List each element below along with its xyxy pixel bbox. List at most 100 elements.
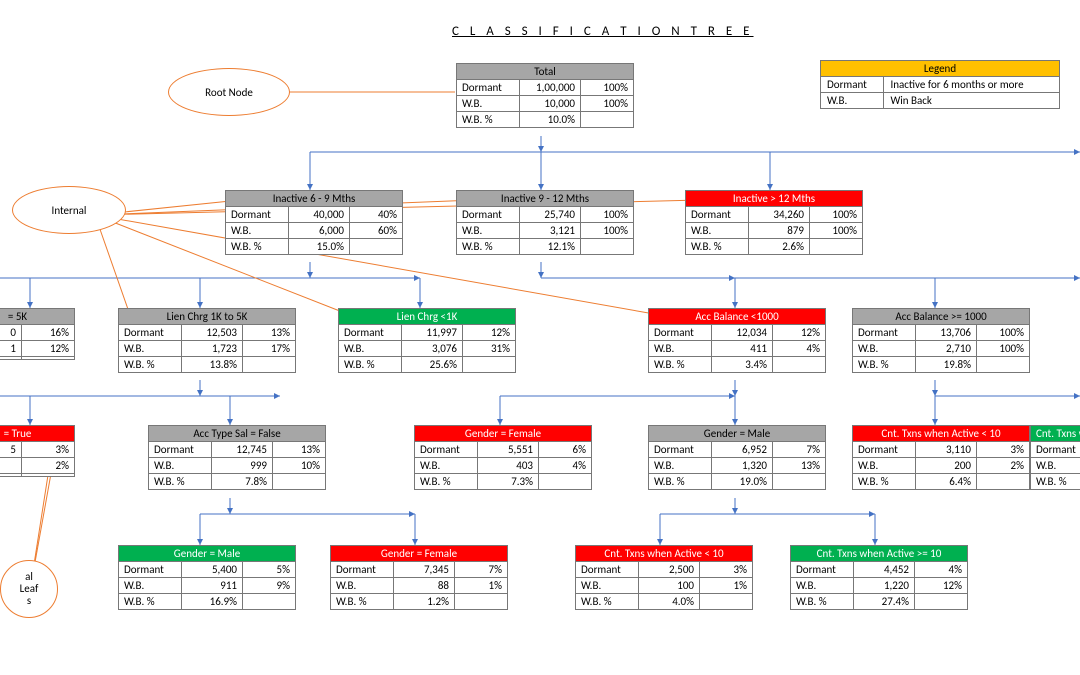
node-title: Cnt. Txns when Active < 10 (853, 426, 1030, 442)
node-title: Cnt. Txns w (1031, 426, 1080, 442)
val: 12% (463, 325, 516, 341)
val: 1 (0, 341, 22, 357)
lbl: Dormant (649, 442, 712, 458)
val: 12% (22, 341, 75, 357)
lbl: W.B. (576, 578, 639, 594)
val: 25,740 (520, 207, 581, 223)
val: 3% (977, 442, 1030, 458)
val: 5 (0, 442, 22, 458)
node-l4b: Gender = Female Dormant7,3457% W.B.881% … (330, 545, 508, 610)
lbl: Dormant (119, 562, 182, 578)
node-l3b: Gender = Female Dormant5,5516% W.B.4034%… (414, 425, 592, 490)
val: 12,034 (712, 325, 773, 341)
node-title: Inactive 9 - 12 Mths (457, 191, 634, 207)
page-title: C L A S S I F I C A T I O N T R E E (452, 24, 754, 39)
node-title: Inactive > 12 Mths (686, 191, 863, 207)
lbl: W.B. (119, 578, 182, 594)
node-title: Cnt. Txns when Active < 10 (576, 546, 753, 562)
node-l4d: Cnt. Txns when Active >= 10 Dormant4,452… (790, 545, 968, 610)
val: 13% (243, 325, 296, 341)
val: 200 (916, 458, 977, 474)
val: 15.0% (289, 239, 350, 255)
val: 911 (182, 578, 243, 594)
lbl: Dormant (339, 325, 402, 341)
val: 12% (773, 325, 826, 341)
lbl: W.B. % (119, 357, 182, 373)
node-title: Gender = Female (331, 546, 508, 562)
node-l4a: Gender = Male Dormant5,4005% W.B.9119% W… (118, 545, 296, 610)
val: 19.0% (712, 474, 773, 490)
val: 3,076 (402, 341, 463, 357)
callout-root: Root Node (168, 68, 290, 116)
node-title: Lien Chrg <1K (339, 309, 516, 325)
lbl: Dormant (576, 562, 639, 578)
val: 5,551 (478, 442, 539, 458)
callout-leaf: al Leaf s (0, 560, 58, 618)
val: 34,260 (749, 207, 810, 223)
legend-cell: Inactive for 6 months or more (884, 77, 1060, 93)
val: 1,00,000 (520, 80, 581, 96)
node-title: Cnt. Txns when Active >= 10 (791, 546, 968, 562)
node-title: Total (457, 64, 634, 80)
val: 6% (539, 442, 592, 458)
lbl: W.B. (149, 458, 212, 474)
val: 10% (273, 458, 326, 474)
lbl: W.B. % (415, 474, 478, 490)
node-title: Lien Chrg 1K to 5K (119, 309, 296, 325)
legend-cell: Win Back (884, 93, 1060, 109)
lbl: W.B. (1031, 458, 1080, 474)
node-l2d: Acc Balance >= 1000 Dormant13,706100% W.… (852, 308, 1030, 373)
node-title: = 5K (0, 309, 75, 325)
legend-cell: Dormant (821, 77, 884, 93)
lbl: Dormant (457, 207, 520, 223)
lbl: W.B. % (226, 239, 289, 255)
val: 3,121 (520, 223, 581, 239)
val: 3% (22, 442, 75, 458)
val: 4,452 (854, 562, 915, 578)
val: 2% (22, 458, 75, 474)
node-title: Acc Balance <1000 (649, 309, 826, 325)
val: 12% (915, 578, 968, 594)
node-l2c: Acc Balance <1000 Dormant12,03412% W.B.4… (648, 308, 826, 373)
lbl: W.B. (457, 96, 520, 112)
lbl: W.B. % (649, 357, 712, 373)
lbl: Dormant (415, 442, 478, 458)
val: 16.9% (182, 594, 243, 610)
lbl: W.B. (649, 458, 712, 474)
val: 100% (810, 207, 863, 223)
lbl: Dormant (686, 207, 749, 223)
lbl: W.B. (686, 223, 749, 239)
lbl: W.B. % (457, 239, 520, 255)
val: 1% (455, 578, 508, 594)
lbl: W.B. (853, 458, 916, 474)
val: 999 (212, 458, 273, 474)
lbl: Dormant (119, 325, 182, 341)
legend-title: Legend (821, 61, 1060, 77)
node-l1c: Inactive > 12 Mths Dormant34,260100% W.B… (685, 190, 863, 255)
val: 100% (581, 207, 634, 223)
lbl: W.B. (853, 341, 916, 357)
lbl: W.B. % (686, 239, 749, 255)
lbl: W.B. (791, 578, 854, 594)
val: 4% (773, 341, 826, 357)
val: 2,500 (639, 562, 700, 578)
val: 16% (22, 325, 75, 341)
val: 13% (273, 442, 326, 458)
val: 5% (243, 562, 296, 578)
val: 100% (810, 223, 863, 239)
val: 17% (243, 341, 296, 357)
lbl: W.B. (649, 341, 712, 357)
val: 4% (915, 562, 968, 578)
node-title: Inactive 6 - 9 Mths (226, 191, 403, 207)
val: 4% (539, 458, 592, 474)
lbl: Dormant (791, 562, 854, 578)
val: 40,000 (289, 207, 350, 223)
val: 6,000 (289, 223, 350, 239)
legend: Legend DormantInactive for 6 months or m… (820, 60, 1060, 109)
val: 100% (977, 341, 1030, 357)
val: 100% (581, 80, 634, 96)
lbl: W.B. (226, 223, 289, 239)
val: 2.6% (749, 239, 810, 255)
val: 4.0% (639, 594, 700, 610)
val: 3.4% (712, 357, 773, 373)
